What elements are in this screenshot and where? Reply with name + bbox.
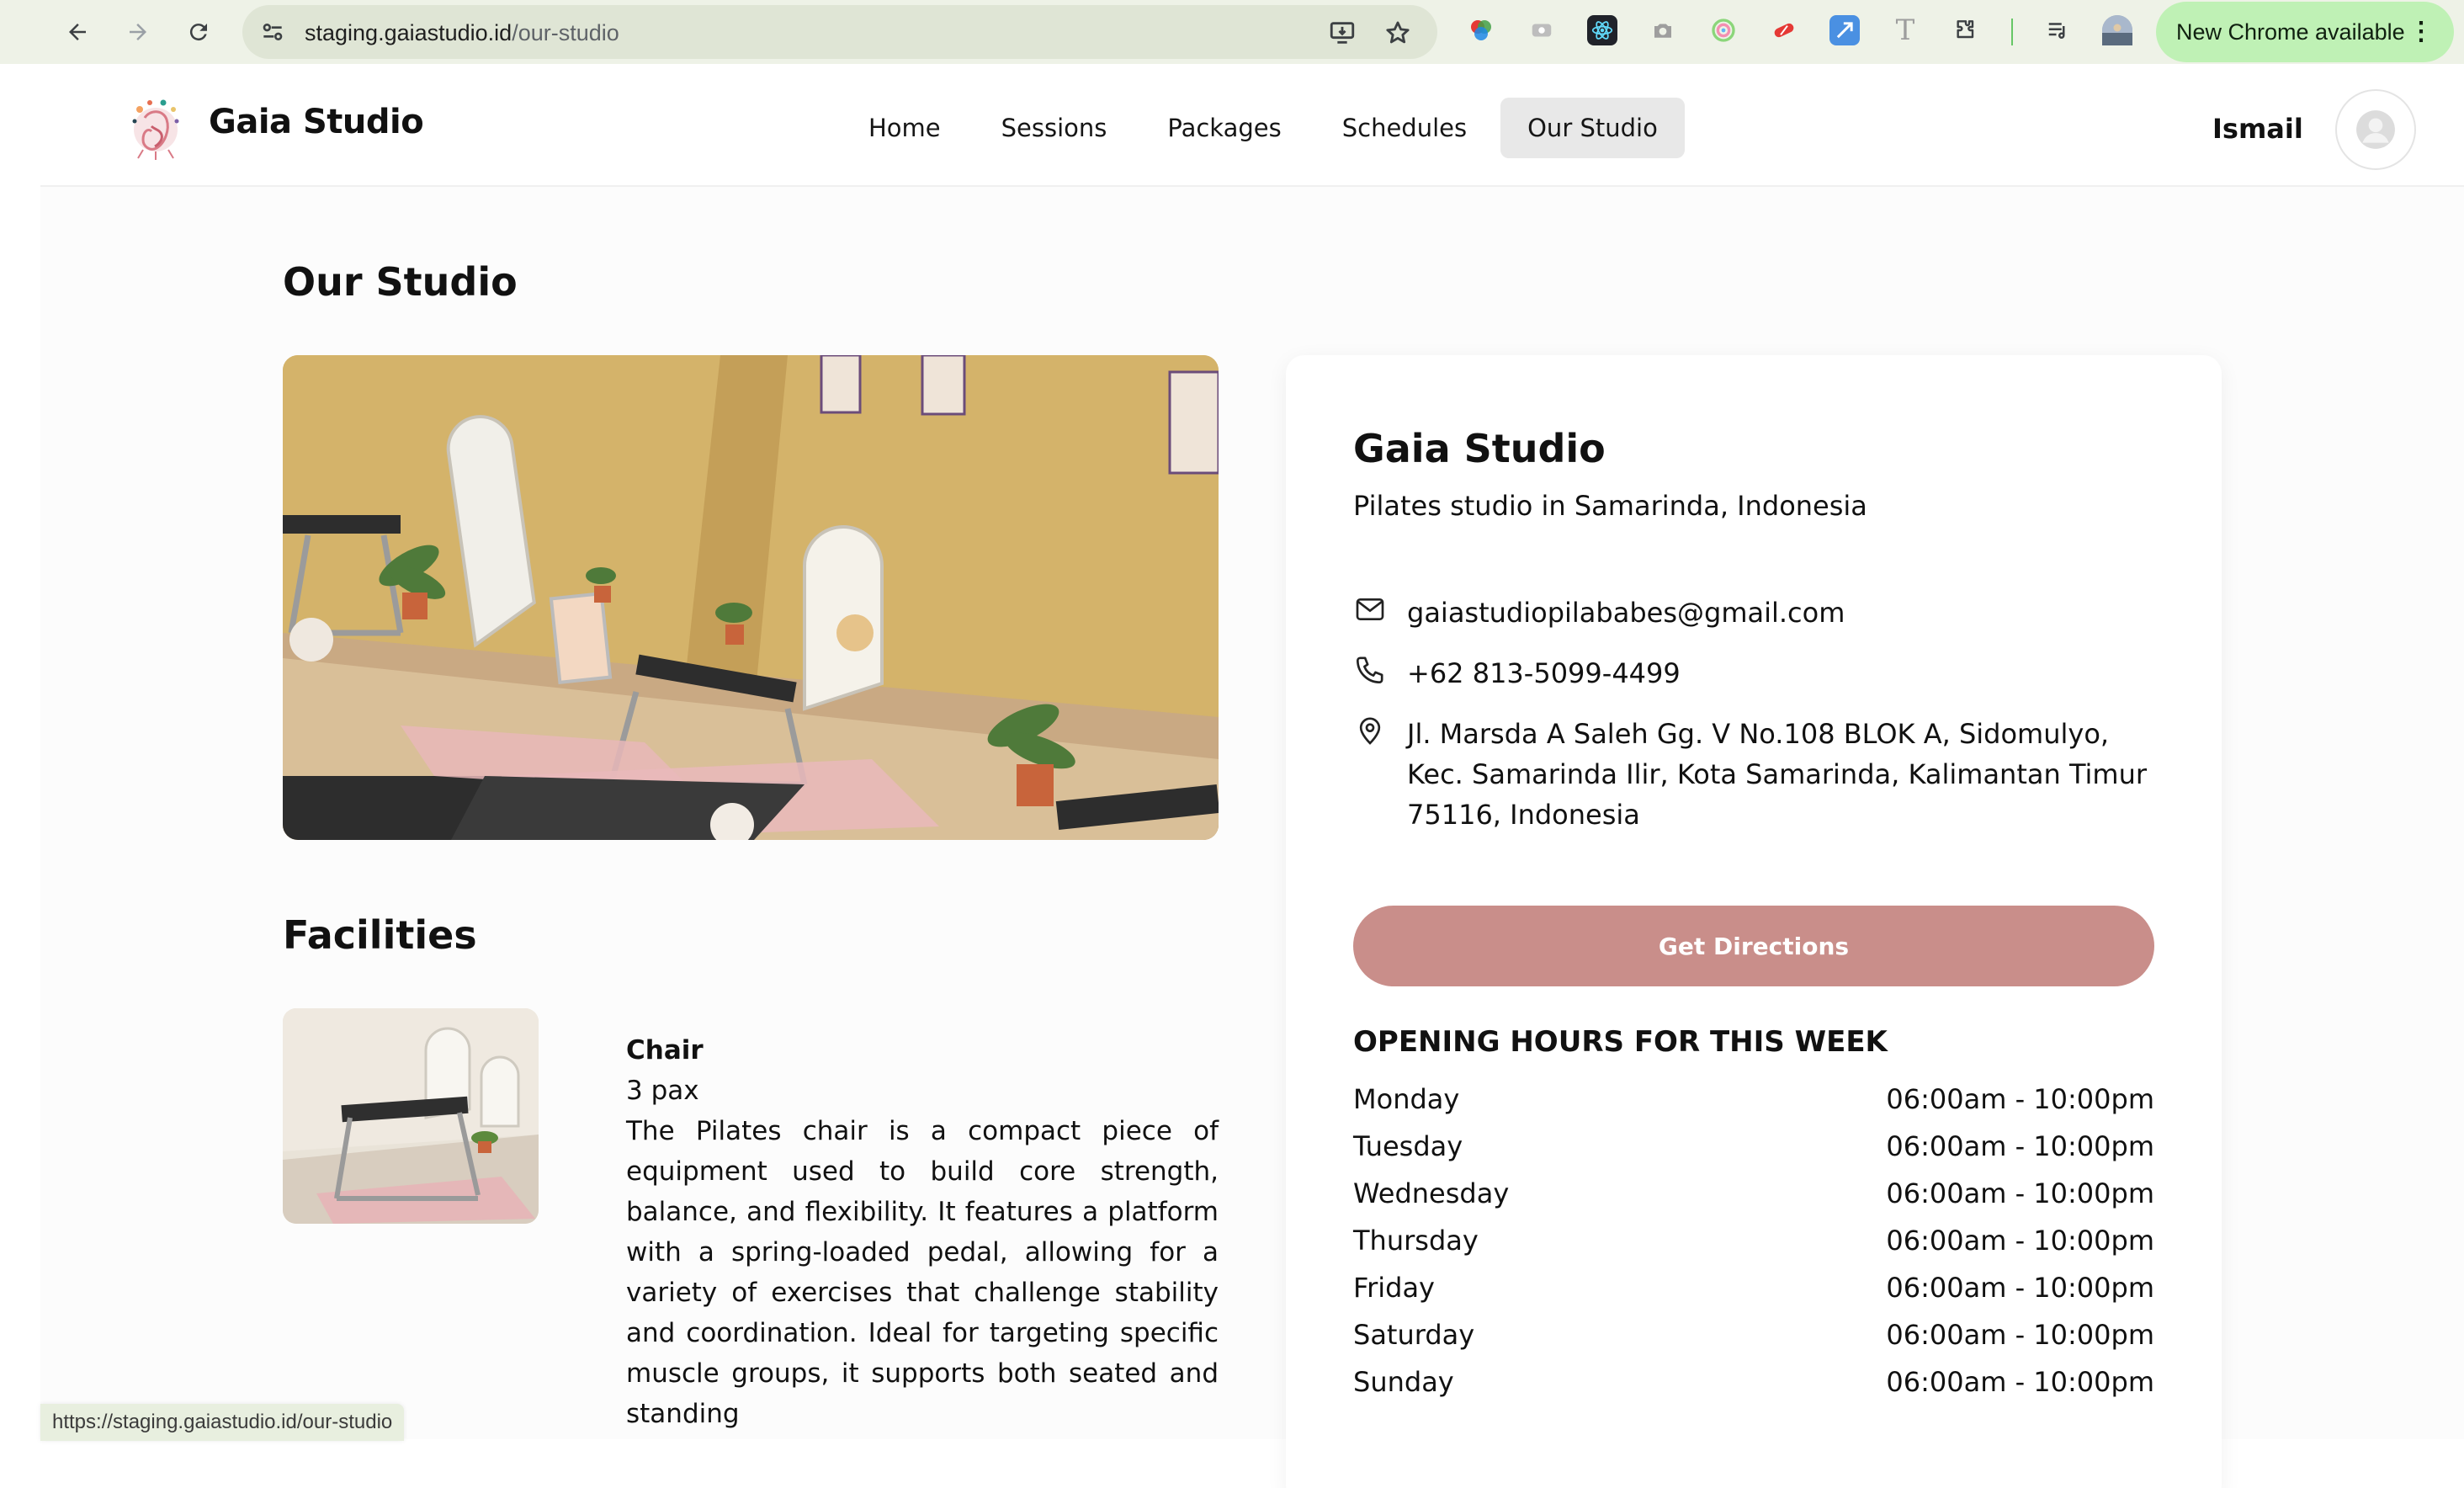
contact-phone[interactable]: +62 813-5099-4499 bbox=[1407, 653, 1681, 694]
nav-sessions[interactable]: Sessions bbox=[974, 98, 1134, 158]
install-app-icon[interactable] bbox=[1328, 19, 1357, 47]
hours-time: 06:00am - 10:00pm bbox=[1886, 1083, 2154, 1115]
hours-row: Monday 06:00am - 10:00pm bbox=[1353, 1076, 2154, 1123]
arrow-left-icon bbox=[69, 24, 86, 40]
hours-row: Sunday 06:00am - 10:00pm bbox=[1353, 1358, 2154, 1406]
site-header: Gaia Studio Home Sessions Packages Sched… bbox=[40, 64, 2464, 187]
hours-day: Friday bbox=[1353, 1272, 1435, 1304]
hours-row: Friday 06:00am - 10:00pm bbox=[1353, 1264, 2154, 1311]
facility-name: Chair bbox=[626, 1035, 704, 1066]
facility-capacity: 3 pax bbox=[626, 1076, 699, 1106]
card-subtitle: Pilates studio in Samarinda, Indonesia bbox=[1353, 490, 1867, 522]
pill-extension-icon[interactable] bbox=[1769, 15, 1799, 45]
facility-chair-photo bbox=[283, 1008, 539, 1224]
media-controls-icon[interactable] bbox=[2043, 15, 2074, 45]
hours-row: Saturday 06:00am - 10:00pm bbox=[1353, 1311, 2154, 1358]
nav-our-studio[interactable]: Our Studio bbox=[1500, 98, 1685, 158]
browser-toolbar: staging.gaiastudio.id/our-studio T New C… bbox=[0, 0, 2464, 64]
brand-name[interactable]: Gaia Studio bbox=[209, 103, 424, 141]
target-extension-icon[interactable] bbox=[1708, 15, 1739, 45]
reload-button[interactable] bbox=[182, 15, 215, 49]
hours-row: Thursday 06:00am - 10:00pm bbox=[1353, 1217, 2154, 1264]
hours-day: Tuesday bbox=[1353, 1130, 1463, 1162]
user-avatar-button[interactable] bbox=[2335, 89, 2416, 170]
contact-address-row: Jl. Marsda A Saleh Gg. V No.108 BLOK A, … bbox=[1353, 714, 2154, 835]
map-pin-icon bbox=[1359, 717, 1381, 745]
contact-email-row[interactable]: gaiastudiopilababes@gmail.com bbox=[1353, 593, 1845, 633]
hours-time: 06:00am - 10:00pm bbox=[1886, 1272, 2154, 1304]
hours-row: Tuesday 06:00am - 10:00pm bbox=[1353, 1123, 2154, 1170]
url-path: /our-studio bbox=[512, 20, 619, 45]
user-placeholder-icon bbox=[2356, 110, 2395, 149]
gaia-logo-icon[interactable] bbox=[126, 94, 185, 162]
page-title: Our Studio bbox=[283, 259, 518, 305]
color-picker-extension-icon[interactable] bbox=[1466, 15, 1496, 45]
facility-info: Chair 3 pax The Pilates chair is a compa… bbox=[626, 1030, 1219, 1434]
url-host: staging.gaiastudio.id bbox=[305, 20, 512, 45]
contact-address: Jl. Marsda A Saleh Gg. V No.108 BLOK A, … bbox=[1407, 718, 2147, 831]
address-bar[interactable]: staging.gaiastudio.id/our-studio bbox=[242, 5, 1437, 59]
bookmark-star-icon[interactable] bbox=[1383, 19, 1412, 47]
nav-home[interactable]: Home bbox=[842, 98, 968, 158]
contact-phone-row[interactable]: +62 813-5099-4499 bbox=[1353, 653, 1681, 694]
opening-hours-title: OPENING HOURS FOR THIS WEEK bbox=[1353, 1025, 1888, 1059]
facility-description: The Pilates chair is a compact piece of … bbox=[626, 1116, 1219, 1429]
card-title: Gaia Studio bbox=[1353, 426, 1606, 471]
studio-info-card: Gaia Studio Pilates studio in Samarinda,… bbox=[1286, 355, 2222, 1488]
back-button[interactable] bbox=[61, 15, 94, 49]
chrome-update-label: New Chrome available bbox=[2176, 19, 2405, 45]
link-status-bubble: https://staging.gaiastudio.id/our-studio bbox=[40, 1404, 405, 1441]
url-text[interactable]: staging.gaiastudio.id/our-studio bbox=[305, 20, 619, 46]
hours-day: Thursday bbox=[1353, 1225, 1479, 1257]
hours-time: 06:00am - 10:00pm bbox=[1886, 1366, 2154, 1398]
hours-time: 06:00am - 10:00pm bbox=[1886, 1130, 2154, 1162]
opening-hours-list: Monday 06:00am - 10:00pm Tuesday 06:00am -… bbox=[1353, 1076, 2154, 1406]
web-page: Gaia Studio Home Sessions Packages Sched… bbox=[40, 64, 2464, 1488]
hours-row: Wednesday 06:00am - 10:00pm bbox=[1353, 1170, 2154, 1217]
phone-icon bbox=[1357, 656, 1383, 683]
hours-day: Wednesday bbox=[1353, 1177, 1510, 1209]
camera-extension-icon[interactable] bbox=[1648, 15, 1678, 45]
user-name[interactable]: Ismail bbox=[2212, 113, 2303, 145]
main-nav: Home Sessions Packages Schedules Our Stu… bbox=[842, 98, 1685, 158]
site-settings-icon[interactable] bbox=[259, 19, 286, 45]
hours-day: Sunday bbox=[1353, 1366, 1454, 1398]
toolbar-separator bbox=[2011, 19, 2013, 45]
resize-extension-icon[interactable] bbox=[1829, 15, 1860, 45]
profile-avatar-icon[interactable] bbox=[2102, 15, 2132, 45]
screen-recorder-extension-icon[interactable] bbox=[1527, 15, 1557, 45]
reload-icon bbox=[189, 24, 207, 41]
react-devtools-extension-icon[interactable] bbox=[1587, 15, 1617, 45]
extensions-puzzle-icon[interactable] bbox=[1951, 15, 1981, 45]
hours-time: 06:00am - 10:00pm bbox=[1886, 1177, 2154, 1209]
hours-time: 06:00am - 10:00pm bbox=[1886, 1319, 2154, 1351]
hours-time: 06:00am - 10:00pm bbox=[1886, 1225, 2154, 1257]
forward-button[interactable] bbox=[121, 15, 155, 49]
nav-schedules[interactable]: Schedules bbox=[1315, 98, 1494, 158]
studio-photo bbox=[283, 355, 1219, 840]
font-extension-icon[interactable]: T bbox=[1890, 13, 1920, 47]
get-directions-button[interactable]: Get Directions bbox=[1353, 906, 2154, 986]
hours-day: Saturday bbox=[1353, 1319, 1475, 1351]
chrome-update-button[interactable]: New Chrome available ⋮ bbox=[2156, 2, 2454, 62]
arrow-right-icon bbox=[130, 24, 146, 40]
facilities-title: Facilities bbox=[283, 912, 477, 958]
hours-day: Monday bbox=[1353, 1083, 1460, 1115]
nav-packages[interactable]: Packages bbox=[1140, 98, 1308, 158]
contact-email[interactable]: gaiastudiopilababes@gmail.com bbox=[1407, 593, 1845, 633]
mail-icon bbox=[1356, 598, 1384, 620]
more-menu-icon[interactable]: ⋮ bbox=[2408, 17, 2434, 46]
